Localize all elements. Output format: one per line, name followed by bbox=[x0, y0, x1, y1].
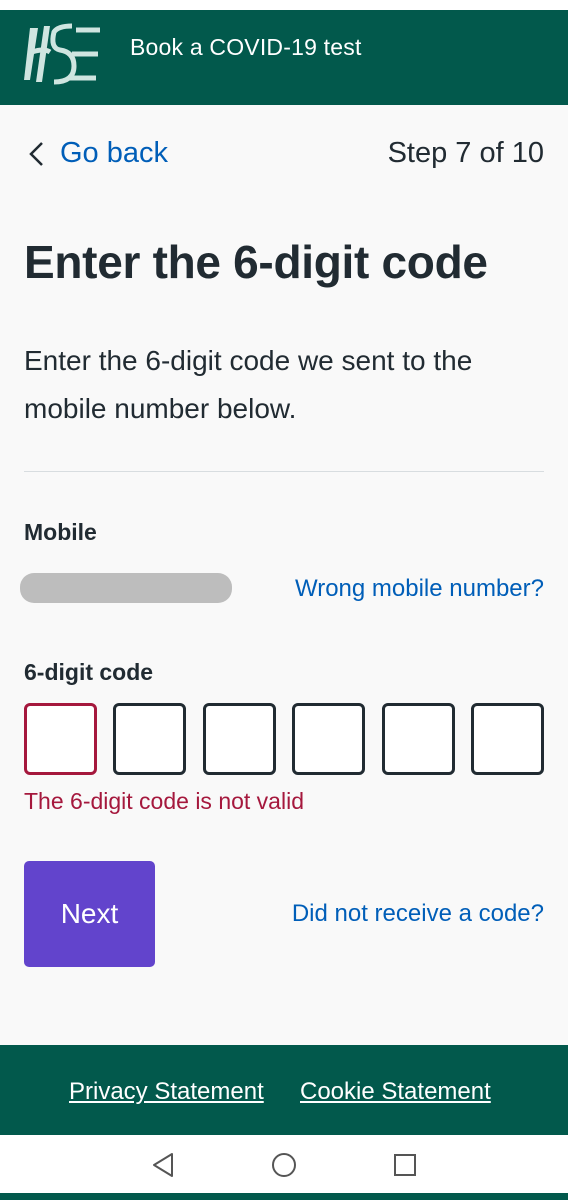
back-icon[interactable] bbox=[150, 1152, 176, 1178]
android-nav-bar bbox=[0, 1135, 568, 1193]
code-digit-2[interactable] bbox=[113, 703, 187, 775]
privacy-statement-link[interactable]: Privacy Statement bbox=[69, 1078, 264, 1106]
page-title: Enter the 6-digit code bbox=[24, 236, 488, 288]
code-digit-3[interactable] bbox=[202, 703, 276, 775]
app-header: Book a COVID-19 test bbox=[0, 10, 568, 105]
home-icon[interactable] bbox=[271, 1152, 297, 1178]
code-digit-5[interactable] bbox=[381, 703, 455, 775]
mobile-label: Mobile bbox=[24, 519, 97, 545]
next-button[interactable]: Next bbox=[24, 861, 155, 967]
code-digit-4[interactable] bbox=[292, 703, 366, 775]
code-input-group bbox=[24, 703, 544, 775]
header-title: Book a COVID-19 test bbox=[130, 34, 362, 60]
code-digit-1[interactable] bbox=[24, 703, 97, 775]
code-error-message: The 6-digit code is not valid bbox=[24, 788, 304, 814]
step-indicator: Step 7 of 10 bbox=[387, 137, 544, 169]
intro-text: Enter the 6-digit code we sent to the mo… bbox=[24, 345, 473, 424]
go-back-link[interactable]: Go back bbox=[28, 137, 168, 170]
code-label: 6-digit code bbox=[24, 659, 154, 685]
bottom-strip bbox=[0, 1193, 568, 1200]
hse-logo bbox=[24, 23, 100, 85]
status-bar bbox=[0, 0, 568, 10]
cookie-statement-link[interactable]: Cookie Statement bbox=[300, 1078, 491, 1106]
divider bbox=[24, 471, 544, 472]
code-digit-6[interactable] bbox=[470, 703, 544, 775]
main-content: Go back Step 7 of 10 Enter the 6-digit c… bbox=[0, 105, 568, 1045]
no-code-link[interactable]: Did not receive a code? bbox=[292, 900, 544, 928]
wrong-mobile-link[interactable]: Wrong mobile number? bbox=[295, 575, 544, 603]
footer: Privacy Statement Cookie Statement bbox=[0, 1045, 568, 1135]
mobile-number-redacted bbox=[20, 573, 232, 603]
chevron-left-icon bbox=[29, 141, 43, 166]
recents-icon[interactable] bbox=[392, 1152, 418, 1178]
go-back-label: Go back bbox=[60, 137, 168, 169]
